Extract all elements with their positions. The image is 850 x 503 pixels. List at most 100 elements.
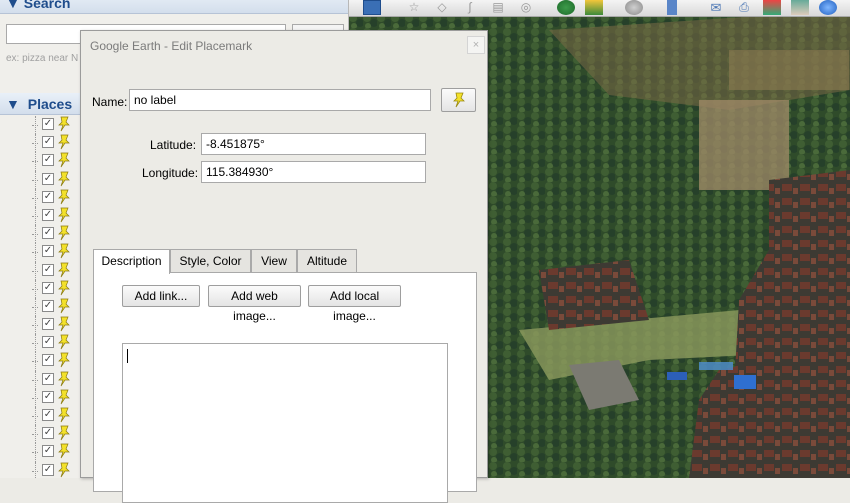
tab-altitude[interactable]: Altitude [297,249,357,273]
yellow-pushpin-icon [452,92,465,108]
add-local-image-button[interactable]: Add local image... [308,285,401,323]
tree-dash [32,270,38,272]
yellow-pushpin-icon [58,243,70,259]
overlay-icon[interactable]: ▤ [489,0,507,15]
tree-dash [32,197,38,199]
search-hint: ex: pizza near N [6,53,79,64]
checkbox-icon[interactable]: ✓ [42,245,54,258]
text-caret [127,349,128,363]
add-web-image-button[interactable]: Add web image... [208,285,301,323]
tree-dash [32,288,38,290]
collapse-triangle-icon: ▼ [6,96,20,112]
yellow-pushpin-icon [58,353,70,368]
yellow-pushpin-icon [58,389,70,405]
checkbox-icon[interactable]: ✓ [42,427,54,440]
checkbox-icon[interactable]: ✓ [42,208,54,221]
checkbox-icon[interactable]: ✓ [42,281,54,294]
description-panel: Add link... Add web image... Add local i… [93,272,477,503]
checkbox-icon[interactable]: ✓ [42,409,54,421]
tab-style-color[interactable]: Style, Color [170,249,251,273]
tree-dash [32,452,38,454]
checkbox-icon[interactable]: ✓ [42,299,54,312]
checkbox-icon[interactable]: ✓ [42,172,54,185]
checkbox-icon[interactable]: ✓ [42,154,54,167]
planets-icon[interactable] [625,0,643,15]
add-polygon-icon[interactable]: ◇ [433,0,451,15]
latitude-field[interactable]: -8.451875° [201,133,426,155]
tree-dash [32,143,38,145]
add-path-icon[interactable]: ∫ [461,0,479,15]
tree-dash [32,306,38,308]
tree-dash [32,343,38,345]
name-field[interactable]: no label [129,89,431,111]
tour-icon[interactable]: ◎ [517,0,535,15]
checkbox-icon[interactable]: ✓ [42,390,54,403]
tree-dash [32,125,38,126]
yellow-pushpin-icon [58,116,70,132]
checkbox-icon[interactable]: ✓ [42,336,54,349]
longitude-field[interactable]: 115.384930° [201,161,426,183]
add-placemark-icon[interactable]: ☆ [405,0,423,15]
yellow-pushpin-icon [58,462,70,477]
close-button[interactable]: × [467,36,485,54]
checkbox-icon[interactable]: ✓ [42,136,54,149]
tree-dash [32,470,38,472]
checkbox-icon[interactable]: ✓ [42,263,54,276]
sunlight-icon[interactable] [585,0,603,15]
add-link-button[interactable]: Add link... [122,285,200,307]
yellow-pushpin-icon [58,444,70,459]
dialog-title: Google Earth - Edit Placemark [90,39,253,53]
toolbar: ☆ ◇ ∫ ▤ ◎ ✉ ⎙ [349,0,850,17]
tree-dash [32,361,38,363]
tree-dash [32,325,38,327]
yellow-pushpin-icon [58,280,70,295]
yellow-pushpin-icon [58,298,70,314]
edit-placemark-dialog: Google Earth - Edit Placemark × Name: no… [80,30,488,503]
yellow-pushpin-icon [58,262,70,277]
yellow-pushpin-icon [58,371,70,386]
checkbox-icon[interactable]: ✓ [42,463,54,476]
yellow-pushpin-icon [58,153,70,168]
tree-dash [32,161,38,163]
description-textarea[interactable] [122,343,448,503]
save-image-icon[interactable] [791,0,809,15]
yellow-pushpin-icon [58,334,70,350]
tree-dash [32,434,38,436]
tree-dash [32,379,38,381]
places-title: Places [27,96,73,112]
checkbox-icon[interactable]: ✓ [42,318,54,331]
checkbox-icon[interactable]: ✓ [42,354,54,367]
view-in-maps-icon[interactable] [763,0,781,15]
checkbox-icon[interactable]: ✓ [42,118,54,130]
tab-view[interactable]: View [251,249,297,273]
collapse-triangle-icon: ▼ [6,0,20,11]
ruler-icon[interactable] [667,0,677,15]
latitude-label: Latitude: [150,138,197,152]
yellow-pushpin-icon [58,207,70,223]
tree-dash [32,252,38,254]
yellow-pushpin-icon [58,225,70,241]
yellow-pushpin-icon [58,407,70,423]
name-label: Name: [92,95,128,109]
globe-icon[interactable] [819,0,837,15]
email-icon[interactable]: ✉ [707,0,725,15]
checkbox-icon[interactable]: ✓ [42,227,54,240]
print-icon[interactable]: ⎙ [735,0,753,15]
checkbox-icon[interactable]: ✓ [42,190,54,203]
yellow-pushpin-icon [58,171,70,186]
tree-dash [32,179,38,181]
checkbox-icon[interactable]: ✓ [42,372,54,385]
sidebar-toggle-icon[interactable] [363,0,381,15]
checkbox-icon[interactable]: ✓ [42,445,54,458]
tree-dash [32,397,38,399]
longitude-label: Longitude: [142,166,199,180]
placemark-icon-button[interactable] [441,88,476,112]
search-title: Search [23,0,71,11]
tree-dash [32,416,38,417]
tab-description[interactable]: Description [93,249,170,274]
yellow-pushpin-icon [58,134,70,150]
historical-imagery-icon[interactable] [557,0,575,15]
yellow-pushpin-icon [58,189,70,204]
tree-dash [32,215,38,217]
search-section-header[interactable]: ▼ Search [0,0,348,14]
